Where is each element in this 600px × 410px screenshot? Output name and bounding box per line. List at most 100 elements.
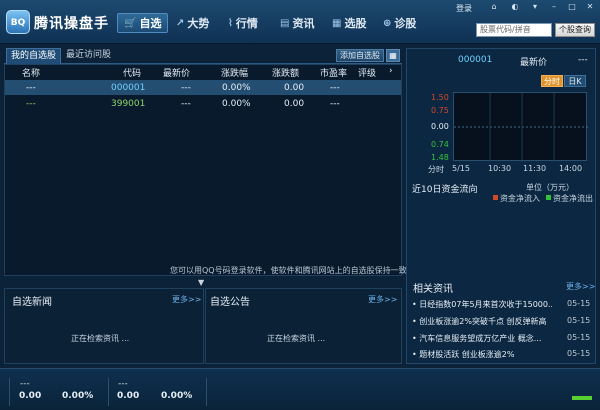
news-date: 05-15 xyxy=(567,333,591,342)
collapse-arrow-icon[interactable]: ▼ xyxy=(198,278,204,287)
related-news-item[interactable]: • 创业板涨逾2%突破千点 创反弹新高 xyxy=(412,316,552,327)
column-header-change-pct[interactable]: 涨跌幅 xyxy=(221,66,248,79)
fund-flow-unit: 单位（万元） xyxy=(526,183,574,192)
related-news-item[interactable]: • 汽车信息服务望成万亿产业 概念... xyxy=(412,333,552,344)
menu-icon[interactable]: ▾ xyxy=(529,2,541,13)
row-change-pct: 0.00% xyxy=(222,99,251,109)
scroll-right-icon[interactable]: › xyxy=(389,66,393,76)
watchlist-tabs: 我的自选股 最近访问股 添加自选股 ▦ xyxy=(4,48,402,64)
nav-label: 资讯 xyxy=(292,17,315,30)
nav-label: 自选 xyxy=(139,17,162,30)
plus-circle-icon: ⊕ xyxy=(383,17,392,29)
divider xyxy=(108,378,109,406)
x-tick-label: 14:00 xyxy=(559,164,583,173)
index-value: 0.00 xyxy=(19,391,42,401)
nav-label: 行情 xyxy=(235,17,258,30)
watchlist-news-more-link[interactable]: 更多>> xyxy=(172,294,201,305)
row-change-amt: 0.00 xyxy=(284,83,305,93)
app-logo: BQ xyxy=(6,10,30,34)
x-tick-label: 5/15 xyxy=(452,164,470,173)
nav-quotes-button[interactable]: ⌇ 行情 xyxy=(222,13,264,33)
nav-label: 大势 xyxy=(187,17,210,30)
chart-icon: ⌇ xyxy=(228,17,233,29)
nav-watchlist-button[interactable]: 🛒 自选 xyxy=(117,13,169,33)
nav-label: 选股 xyxy=(344,17,367,30)
y-tick-label: 0.00 xyxy=(431,122,449,131)
column-header-code[interactable]: 代码 xyxy=(123,66,141,79)
related-news-item[interactable]: • 题材股活跃 创业板涨逾2% xyxy=(412,349,552,360)
y-tick-label: 0.75 xyxy=(431,106,449,115)
fund-flow-chart xyxy=(412,206,592,266)
column-header-rating[interactable]: 评级 xyxy=(358,66,376,79)
network-status-indicator xyxy=(572,396,592,400)
watchlist-news-title: 自选新闻 xyxy=(12,297,52,308)
news-headline: 创业板涨逾2%突破千点 创反弹新高 xyxy=(419,317,547,326)
news-date: 05-15 xyxy=(567,316,591,325)
divider xyxy=(9,378,10,406)
index-name[interactable]: --- xyxy=(20,379,30,389)
y-tick-label: 1.50 xyxy=(431,93,449,102)
nav-stock-picker-button[interactable]: ▦ 选股 xyxy=(326,13,372,33)
news-icon: ▤ xyxy=(280,17,290,29)
cart-icon: 🛒 xyxy=(124,17,137,29)
stock-search-input[interactable]: 股票代码/拼音 xyxy=(476,23,552,37)
column-header-change-amt[interactable]: 涨跌额 xyxy=(272,66,299,79)
quote-value: --- xyxy=(578,55,588,65)
stock-search-button[interactable]: 个股查询 xyxy=(555,23,595,37)
skin-icon[interactable]: ◐ xyxy=(509,2,521,13)
row-price: --- xyxy=(181,83,191,93)
tab-daily-kline[interactable]: 日K xyxy=(564,75,586,87)
divider xyxy=(206,378,207,406)
watchlist-announcement-loading: 正在检索资讯 ... xyxy=(267,334,326,343)
login-sync-hint: 您可以用QQ号码登录软件，使软件和腾讯网站上的自选股保持一致 xyxy=(170,266,407,275)
fund-flow-title: 近10日资金流向 xyxy=(412,185,478,195)
related-news-more-link[interactable]: 更多>> xyxy=(566,281,595,292)
row-change-pct: 0.00% xyxy=(222,83,251,93)
quote-code: 000001 xyxy=(458,55,493,65)
index-change-pct: 0.00% xyxy=(161,391,193,401)
tab-recent-visits[interactable]: 最近访问股 xyxy=(62,48,115,64)
legend-inflow-swatch xyxy=(493,195,498,200)
related-news-item[interactable]: • 日经指数07年5月来首次收于15000... xyxy=(412,299,552,310)
row-code: 399001 xyxy=(111,99,146,109)
nav-diagnosis-button[interactable]: ⊕ 诊股 xyxy=(377,13,422,33)
index-change-pct: 0.00% xyxy=(62,391,94,401)
news-date: 05-15 xyxy=(567,349,591,358)
x-tick-label: 11:30 xyxy=(523,164,547,173)
table-row[interactable] xyxy=(5,96,401,111)
x-tick-label: 分时 xyxy=(428,165,444,174)
column-header-pe[interactable]: 市盈率 xyxy=(320,66,347,79)
add-watchlist-button[interactable]: 添加自选股 xyxy=(336,49,384,62)
row-price: --- xyxy=(181,99,191,109)
close-icon[interactable]: ✕ xyxy=(584,2,596,13)
maximize-icon[interactable]: □ xyxy=(566,2,578,13)
index-value: 0.00 xyxy=(117,391,140,401)
news-headline: 汽车信息服务望成万亿产业 概念... xyxy=(419,334,542,343)
tab-my-watchlist[interactable]: 我的自选股 xyxy=(6,48,62,64)
legend-outflow-swatch xyxy=(546,195,551,200)
news-headline: 题材股活跃 创业板涨逾2% xyxy=(419,350,515,359)
trend-icon: ↗ xyxy=(176,17,185,29)
nav-label: 诊股 xyxy=(394,17,417,30)
column-header-price[interactable]: 最新价 xyxy=(163,66,190,79)
nav-news-button[interactable]: ▤ 资讯 xyxy=(274,13,320,33)
row-code: 000001 xyxy=(111,83,146,93)
index-name[interactable]: --- xyxy=(118,379,128,389)
row-change-amt: 0.00 xyxy=(284,99,305,109)
watchlist-announcement-more-link[interactable]: 更多>> xyxy=(368,294,397,305)
minimize-icon[interactable]: – xyxy=(548,2,560,13)
table-row[interactable] xyxy=(5,80,401,95)
tab-intraday[interactable]: 分时 xyxy=(541,75,563,87)
watchlist-announcement-title: 自选公告 xyxy=(210,297,250,308)
home-icon[interactable]: ⌂ xyxy=(488,2,500,13)
login-link[interactable]: 登录 xyxy=(456,3,472,14)
intraday-chart[interactable] xyxy=(453,92,588,162)
watchlist-news-loading: 正在检索资讯 ... xyxy=(71,334,130,343)
grid-view-icon[interactable]: ▦ xyxy=(386,49,400,62)
related-news-title: 相关资讯 xyxy=(413,284,453,295)
x-tick-label: 10:30 xyxy=(488,164,512,173)
nav-market-trend-button[interactable]: ↗ 大势 xyxy=(170,13,215,33)
legend-inflow-label: 资金净流入 xyxy=(500,194,540,203)
column-header-name[interactable]: 名称 xyxy=(22,66,40,79)
index-status-bar xyxy=(0,368,600,410)
